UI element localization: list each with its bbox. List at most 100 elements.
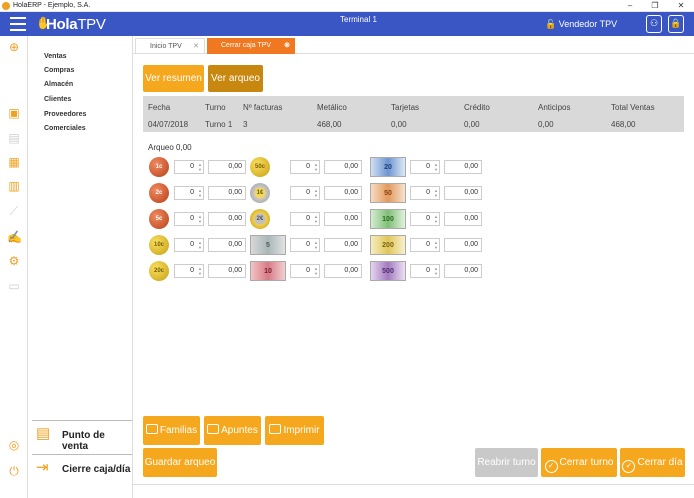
- count-stepper[interactable]: 0 ▲ ▼: [410, 264, 440, 278]
- count-stepper[interactable]: 0 ▲ ▼: [174, 186, 204, 200]
- user-circle-icon[interactable]: ◎: [7, 438, 21, 452]
- amount-field[interactable]: 0,00: [324, 264, 362, 278]
- lock-icon[interactable]: 🔒: [668, 15, 684, 33]
- apuntes-button[interactable]: Apuntes: [204, 416, 261, 445]
- monitor-icon[interactable]: ▭: [7, 279, 21, 293]
- amount-field[interactable]: 0,00: [208, 186, 246, 200]
- amount-field[interactable]: 0,00: [324, 186, 362, 200]
- imprimir-label: Imprimir: [283, 425, 320, 436]
- amount-field[interactable]: 0,00: [208, 238, 246, 252]
- count-stepper[interactable]: 0 ▲ ▼: [410, 186, 440, 200]
- summary-header: Metálico: [317, 103, 347, 112]
- summary-header: Turno: [205, 103, 226, 112]
- clipboard-icon[interactable]: ▣: [7, 106, 21, 120]
- app-icon: [2, 2, 10, 10]
- close-tab-icon[interactable]: ✕: [193, 39, 199, 55]
- hamburger-menu-icon[interactable]: [10, 17, 26, 31]
- terminal-label: Terminal 1: [340, 15, 377, 24]
- banknote-200-icon: 200: [370, 235, 406, 255]
- amount-field[interactable]: 0,00: [324, 212, 362, 226]
- guardar-arqueo-button[interactable]: Guardar arqueo: [143, 448, 217, 477]
- users-icon[interactable]: ⚇: [646, 15, 662, 33]
- amount-field[interactable]: 0,00: [444, 212, 482, 226]
- count-stepper[interactable]: 0 ▲ ▼: [174, 264, 204, 278]
- window-title: HolaERP - Ejemplo, S.A.: [13, 2, 91, 9]
- left-icon-rail: ⊕ ▣ ▤ ▦ ▥ ⟋ ✍ ⚙ ▭ ◎ ⏻: [0, 36, 28, 498]
- summary-value: 0,00: [538, 120, 554, 129]
- amount-field[interactable]: 0,00: [208, 264, 246, 278]
- add-circle-icon[interactable]: ⊕: [7, 40, 21, 54]
- maximize-button[interactable]: ❐: [648, 0, 662, 12]
- power-icon[interactable]: ⏻: [7, 464, 21, 478]
- register-icon[interactable]: ▥: [7, 179, 21, 193]
- menu-item-comerciales[interactable]: Comerciales: [44, 125, 86, 132]
- cerrar-turno-button[interactable]: ✓ Cerrar turno: [541, 448, 617, 477]
- summary-header: Nº facturas: [243, 103, 283, 112]
- amount-field[interactable]: 0,00: [208, 212, 246, 226]
- amount-field[interactable]: 0,00: [324, 160, 362, 174]
- count-stepper[interactable]: 0 ▲ ▼: [290, 212, 320, 226]
- summary-value: Turno 1: [205, 120, 233, 129]
- apuntes-label: Apuntes: [221, 425, 258, 436]
- minimize-button[interactable]: –: [623, 0, 637, 12]
- amount-field[interactable]: 0,00: [444, 264, 482, 278]
- summary-value: 0,00: [391, 120, 407, 129]
- printer-icon: [207, 424, 220, 434]
- cerrar-dia-button[interactable]: ✓ Cerrar día: [620, 448, 685, 477]
- coin-10c-icon: 10c: [149, 235, 169, 255]
- coin-5c-icon: 5c: [149, 209, 169, 229]
- check-circle-icon: ✓: [544, 460, 558, 473]
- menu-item-ventas[interactable]: Ventas: [44, 53, 67, 60]
- gear-icon[interactable]: ⚙: [7, 254, 21, 268]
- familias-button[interactable]: Familias: [143, 416, 200, 445]
- chart-icon[interactable]: ⟋: [7, 204, 21, 218]
- count-stepper[interactable]: 0 ▲ ▼: [174, 238, 204, 252]
- reabrir-turno-button[interactable]: Reabrir turno: [475, 448, 538, 477]
- calculator-icon[interactable]: ▦: [7, 155, 21, 169]
- menu-item-proveedores[interactable]: Proveedores: [44, 111, 86, 118]
- summary-header: Crédito: [464, 103, 490, 112]
- count-stepper[interactable]: 0 ▲ ▼: [410, 238, 440, 252]
- documents-icon[interactable]: ▤: [7, 131, 21, 145]
- punto-de-venta-label: Punto de venta: [62, 430, 105, 452]
- amount-field[interactable]: 0,00: [444, 160, 482, 174]
- ver-resumen-button[interactable]: Ver resumen: [143, 65, 204, 92]
- familias-label: Familias: [159, 425, 198, 436]
- menu-item-almacen[interactable]: Almacén: [44, 81, 73, 88]
- ver-arqueo-button[interactable]: Ver arqueo: [208, 65, 263, 92]
- count-stepper[interactable]: 0 ▲ ▼: [290, 264, 320, 278]
- divider: [133, 484, 694, 485]
- amount-field[interactable]: 0,00: [444, 186, 482, 200]
- count-stepper[interactable]: 0 ▲ ▼: [290, 238, 320, 252]
- banknote-10-icon: 10: [250, 261, 286, 281]
- logo-hola: Hola: [46, 16, 78, 33]
- tab-inicio-tpv[interactable]: Inicio TPV ✕: [135, 38, 205, 54]
- count-stepper[interactable]: 0 ▲ ▼: [290, 186, 320, 200]
- menu-item-compras[interactable]: Compras: [44, 67, 74, 74]
- count-stepper[interactable]: 0 ▲ ▼: [290, 160, 320, 174]
- count-stepper[interactable]: 0 ▲ ▼: [174, 160, 204, 174]
- count-stepper[interactable]: 0 ▲ ▼: [410, 160, 440, 174]
- vendor-user[interactable]: 🔓 Vendedor TPV: [545, 19, 617, 30]
- cerrar-turno-label: Cerrar turno: [559, 457, 614, 468]
- amount-field[interactable]: 0,00: [444, 238, 482, 252]
- close-window-button[interactable]: ✕: [674, 0, 688, 12]
- summary-value: 468,00: [317, 120, 342, 129]
- cash-register-icon: ▤: [36, 425, 51, 442]
- tab-bar: Inicio TPV ✕ Cerrar caja TPV ⊗: [133, 36, 694, 54]
- amount-field[interactable]: 0,00: [324, 238, 362, 252]
- amount-field[interactable]: 0,00: [208, 160, 246, 174]
- tab-label: Cerrar caja TPV: [221, 42, 272, 49]
- punto-de-venta-button[interactable]: ▤ Punto de venta: [32, 420, 132, 452]
- close-tab-icon[interactable]: ⊗: [284, 38, 290, 54]
- count-stepper[interactable]: 0 ▲ ▼: [410, 212, 440, 226]
- menu-item-clientes[interactable]: Clientes: [44, 96, 71, 103]
- tab-cerrar-caja[interactable]: Cerrar caja TPV ⊗: [207, 38, 295, 54]
- banknote-50-icon: 50: [370, 183, 406, 203]
- cierre-caja-button[interactable]: ⇥ Cierre caja/día: [32, 454, 132, 482]
- summary-value: 468,00: [611, 120, 636, 129]
- coin-50c-icon: 50c: [250, 157, 270, 177]
- imprimir-button[interactable]: Imprimir: [265, 416, 324, 445]
- count-stepper[interactable]: 0 ▲ ▼: [174, 212, 204, 226]
- money-hand-icon[interactable]: ✍: [7, 230, 22, 244]
